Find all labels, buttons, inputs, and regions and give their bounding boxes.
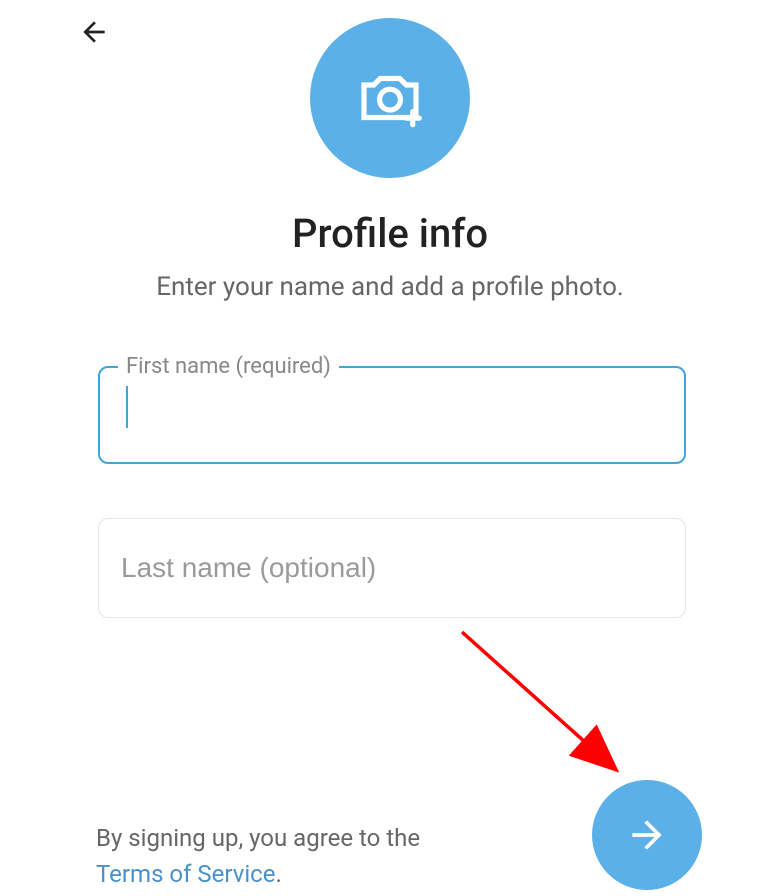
text-cursor xyxy=(126,386,128,428)
tos-suffix: . xyxy=(275,860,281,888)
first-name-input[interactable] xyxy=(100,368,684,462)
back-button[interactable] xyxy=(74,12,114,52)
page-title: Profile info xyxy=(0,210,780,257)
page-subtitle: Enter your name and add a profile photo. xyxy=(0,272,780,302)
arrow-forward-icon xyxy=(625,813,669,857)
next-button[interactable] xyxy=(592,780,702,890)
camera-add-icon xyxy=(351,59,429,137)
last-name-input[interactable] xyxy=(99,519,685,617)
add-photo-button[interactable] xyxy=(310,18,470,178)
first-name-field-container: First name (required) xyxy=(98,366,686,464)
arrow-back-icon xyxy=(78,16,110,48)
first-name-label: First name (required) xyxy=(118,354,339,379)
terms-of-service-link[interactable]: Terms of Service xyxy=(96,860,275,888)
tos-prefix: By signing up, you agree to the xyxy=(96,824,420,852)
last-name-field-container xyxy=(98,518,686,618)
terms-text: By signing up, you agree to the Terms of… xyxy=(96,820,420,892)
